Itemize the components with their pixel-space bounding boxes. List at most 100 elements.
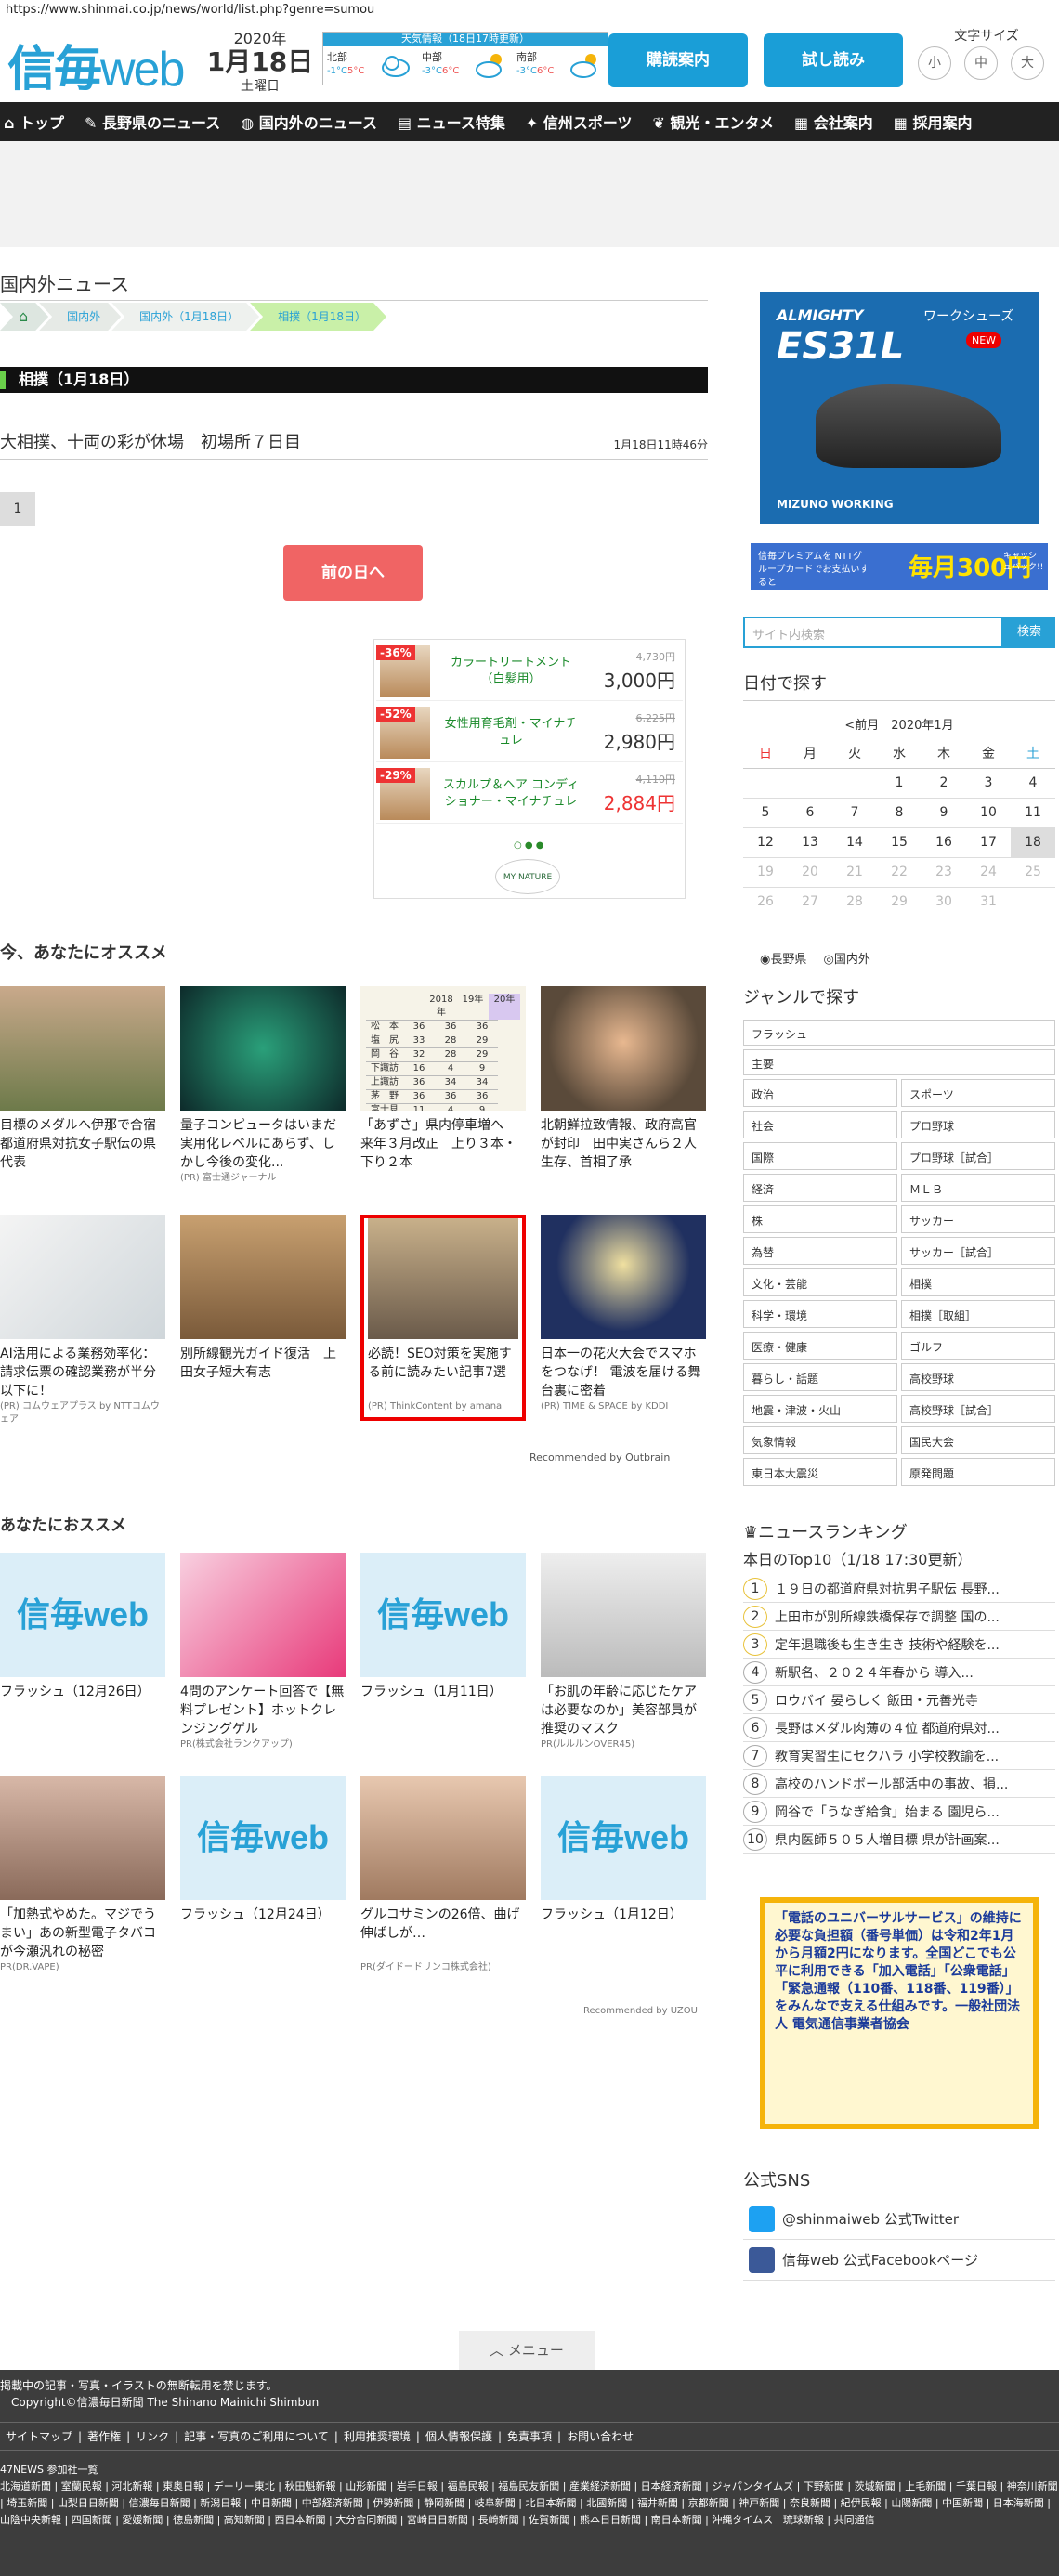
ranking-item[interactable]: 7 教育実習生にセクハラ 小学校教諭を... [743,1742,1055,1770]
recommend2-card[interactable]: 「お肌の年齢に応じたケアは必要なのか」美容部員が推奨のマスク PR(ルルルンOVE… [541,1553,706,1751]
recommend2-card[interactable]: 信毎web フラッシュ（12月24日） [180,1776,346,1961]
genre-item[interactable]: 暮らし・話題 [743,1363,897,1391]
genre-flash[interactable]: フラッシュ [743,1020,1055,1046]
news-list[interactable]: 北海道新聞 | 室蘭民報 | 河北新報 | 東奥日報 | デーリー東北 | 秋田… [0,2478,1059,2529]
recommend2-card[interactable]: 信毎web フラッシュ（1月11日） [360,1553,526,1738]
recommend-card[interactable]: 別所線観光ガイド復活 上田女子短大有志 [180,1215,346,1400]
recommend2-card[interactable]: 「加熱式やめた。マジでうまい」あの新型電子タバコが今瀬汎れの秘密 PR(DR.VA… [0,1776,165,1974]
ranking-item[interactable]: 1 １９日の都道府県対抗男子駅伝 長野... [743,1575,1055,1603]
footer-link[interactable]: サイトマップ [6,2430,72,2443]
calendar-day[interactable]: 2 [922,768,966,799]
article-list-item[interactable]: 大相撲、十両の彩が休場 初場所７日目 1月18日11時46分 [0,429,708,460]
calendar-day[interactable]: 11 [1011,798,1055,828]
calendar-day[interactable]: 17 [966,827,1011,858]
footer-link[interactable]: 個人情報保護 [425,2430,492,2443]
ranking-item[interactable]: 9 岡谷で「うなぎ給食」始まる 園児ら... [743,1798,1055,1826]
genre-item[interactable]: 国民大会 [901,1426,1055,1454]
recommend-card[interactable]: 目標のメダルへ伊那で合宿 都道府県対抗女子駅伝の県代表 [0,986,165,1172]
address-bar-url[interactable]: https://www.shinmai.co.jp/news/world/lis… [0,0,1059,20]
universal-service-ad[interactable]: 「電話のユニバーサルサービス」の維持に必要な負担額（番号単価）は令和2年1月から… [760,1897,1039,2129]
recommend-card[interactable]: 北朝鮮拉致情報、政府高官が封印 田中実さんら２人生存、首相了承 [541,986,706,1172]
recommend-card[interactable]: 必読！SEO対策を実施する前に読みたい記事7選 (PR) ThinkConten… [360,1215,526,1421]
nav-company[interactable]: ▦ 会社案内 [794,111,873,133]
site-logo[interactable]: 信毎web [7,30,185,99]
nav-world[interactable]: ◍ 国内外のニュース [241,111,377,133]
calendar-day[interactable]: 25 [1011,857,1055,888]
ranking-item[interactable]: 4 新駅名、２０２４年春から 導入... [743,1659,1055,1686]
ranking-item[interactable]: 10 県内医師５０５人増目標 県が計画案... [743,1826,1055,1854]
nav-top[interactable]: ⌂ トップ [4,111,64,133]
genre-item[interactable]: 相撲［取組］ [901,1300,1055,1328]
genre-item[interactable]: 医療・健康 [743,1332,897,1360]
recommend2-card[interactable]: 信毎web フラッシュ（12月26日） [0,1553,165,1738]
calendar-day[interactable]: 24 [966,857,1011,888]
calendar-day[interactable]: 27 [788,887,832,917]
recommend-card[interactable]: AI活用による業務効率化：請求伝票の確認業務が半分以下に！ (PR) コムウェア… [0,1215,165,1426]
nav-tourism[interactable]: ❦ 観光・エンタメ [653,111,775,133]
genre-item[interactable]: ＭＬＢ [901,1174,1055,1202]
ranking-item[interactable]: 5 ロウバイ 晏らしく 飯田・元善光寺 [743,1686,1055,1714]
genre-item[interactable]: 為替 [743,1237,897,1265]
ranking-item[interactable]: 8 高校のハンドボール部活中の事故、損... [743,1770,1055,1798]
calendar-day[interactable]: 15 [877,827,922,858]
calendar-prev[interactable]: <前月 [844,719,879,733]
genre-item[interactable]: 地震・津波・火山 [743,1395,897,1423]
genre-item[interactable]: 株 [743,1205,897,1233]
nav-recruit[interactable]: ▦ 採用案内 [894,111,973,133]
outbrain-credit[interactable]: Recommended by Outbrain [530,1451,670,1464]
promo-item[interactable]: -29% スカルプ＆ヘア コンディショナー・マイナチュレ 4,110円 2,88… [376,764,683,824]
breadcrumb-world[interactable]: 国内外 [39,303,121,331]
calendar-day[interactable]: 30 [922,887,966,917]
genre-item[interactable]: 東日本大震災 [743,1458,897,1486]
promo-ad[interactable]: -36% カラートリートメント（白髪用） 4,730円 3,000円 -52% … [373,639,686,899]
nav-features[interactable]: ▤ ニュース特集 [398,111,505,133]
breadcrumb-world-date[interactable]: 国内外（1月18日） [111,303,259,331]
genre-item[interactable]: プロ野球［試合］ [901,1142,1055,1170]
trial-read-button[interactable]: 試し読み [764,33,903,87]
genre-item[interactable]: 社会 [743,1111,897,1138]
recommend2-card[interactable]: 4問のアンケート回答で【無料プレゼント】ホットクレンジングゲル PR(株式会社ラン… [180,1553,346,1751]
footer-link[interactable]: 著作権 [87,2430,121,2443]
calendar-day[interactable]: 13 [788,827,832,858]
ranking-item[interactable]: 6 長野はメダル肉薄の４位 都道府県対... [743,1714,1055,1742]
menu-toggle[interactable]: ︿ メニュー [459,2331,595,2370]
nav-sports[interactable]: ✦ 信州スポーツ [526,111,633,133]
genre-item[interactable]: 国際 [743,1142,897,1170]
genre-item[interactable]: スポーツ [901,1079,1055,1107]
recommend-card[interactable]: 量子コンピュータはいまだ実用化レベルにあらず、しかし今後の変化... (PR) … [180,986,346,1185]
genre-main[interactable]: 主要 [743,1049,1055,1075]
recommend2-card[interactable]: 信毎web フラッシュ（1月12日） [541,1776,706,1961]
calendar-day[interactable]: 4 [1011,768,1055,799]
site-search-input[interactable]: サイト内検索 [743,617,1003,648]
footer-link[interactable]: 記事・写真のご利用について [184,2430,329,2443]
recommend-card[interactable]: 2018年 19年 20年 松 本 36 36 36 塩 尻 33 28 29 岡 谷 32 28 2… [360,986,526,1172]
footer-link[interactable]: 利用推奨環境 [344,2430,411,2443]
genre-item[interactable]: 経済 [743,1174,897,1202]
breadcrumb-home[interactable]: ⌂ [0,303,48,331]
calendar-day[interactable]: 20 [788,857,832,888]
calendar-day[interactable]: 9 [922,798,966,828]
calendar-day[interactable]: 8 [877,798,922,828]
uzou-credit[interactable]: Recommended by UZOU [583,2006,698,2016]
genre-item[interactable]: 相撲 [901,1268,1055,1296]
calendar-day[interactable]: 6 [788,798,832,828]
search-button[interactable]: 検索 [1003,617,1055,648]
calendar-day[interactable]: 18 [1011,827,1055,858]
premium-ad[interactable]: 信毎プレミアムを NTTグループカードでお支払いすると 毎月300円 キャッシュ… [751,543,1048,590]
calendar-day[interactable]: 5 [743,798,788,828]
font-medium-button[interactable]: 中 [964,46,998,80]
ranking-item[interactable]: 2 上田市が別所線鉄橋保存で調整 国の... [743,1603,1055,1631]
sns-facebook-link[interactable]: 信毎web 公式Facebookページ [743,2240,1055,2281]
calendar-day[interactable]: 14 [832,827,877,858]
promo-item[interactable]: -36% カラートリートメント（白髪用） 4,730円 3,000円 [376,642,683,701]
radio-nagano[interactable]: ◉長野県 [760,953,806,967]
genre-item[interactable]: プロ野球 [901,1111,1055,1138]
nav-nagano[interactable]: ✎ 長野県のニュース [85,111,220,133]
genre-item[interactable]: サッカー [901,1205,1055,1233]
calendar-day[interactable]: 31 [966,887,1011,917]
calendar-day[interactable]: 21 [832,857,877,888]
calendar-day[interactable]: 10 [966,798,1011,828]
recommend2-card[interactable]: グルコサミンの26倍、曲げ伸ばしが… PR(ダイドードリンコ株式会社) [360,1776,526,1974]
ranking-item[interactable]: 3 定年退職後も生き生き 技術や経験を... [743,1631,1055,1659]
genre-item[interactable]: 文化・芸能 [743,1268,897,1296]
